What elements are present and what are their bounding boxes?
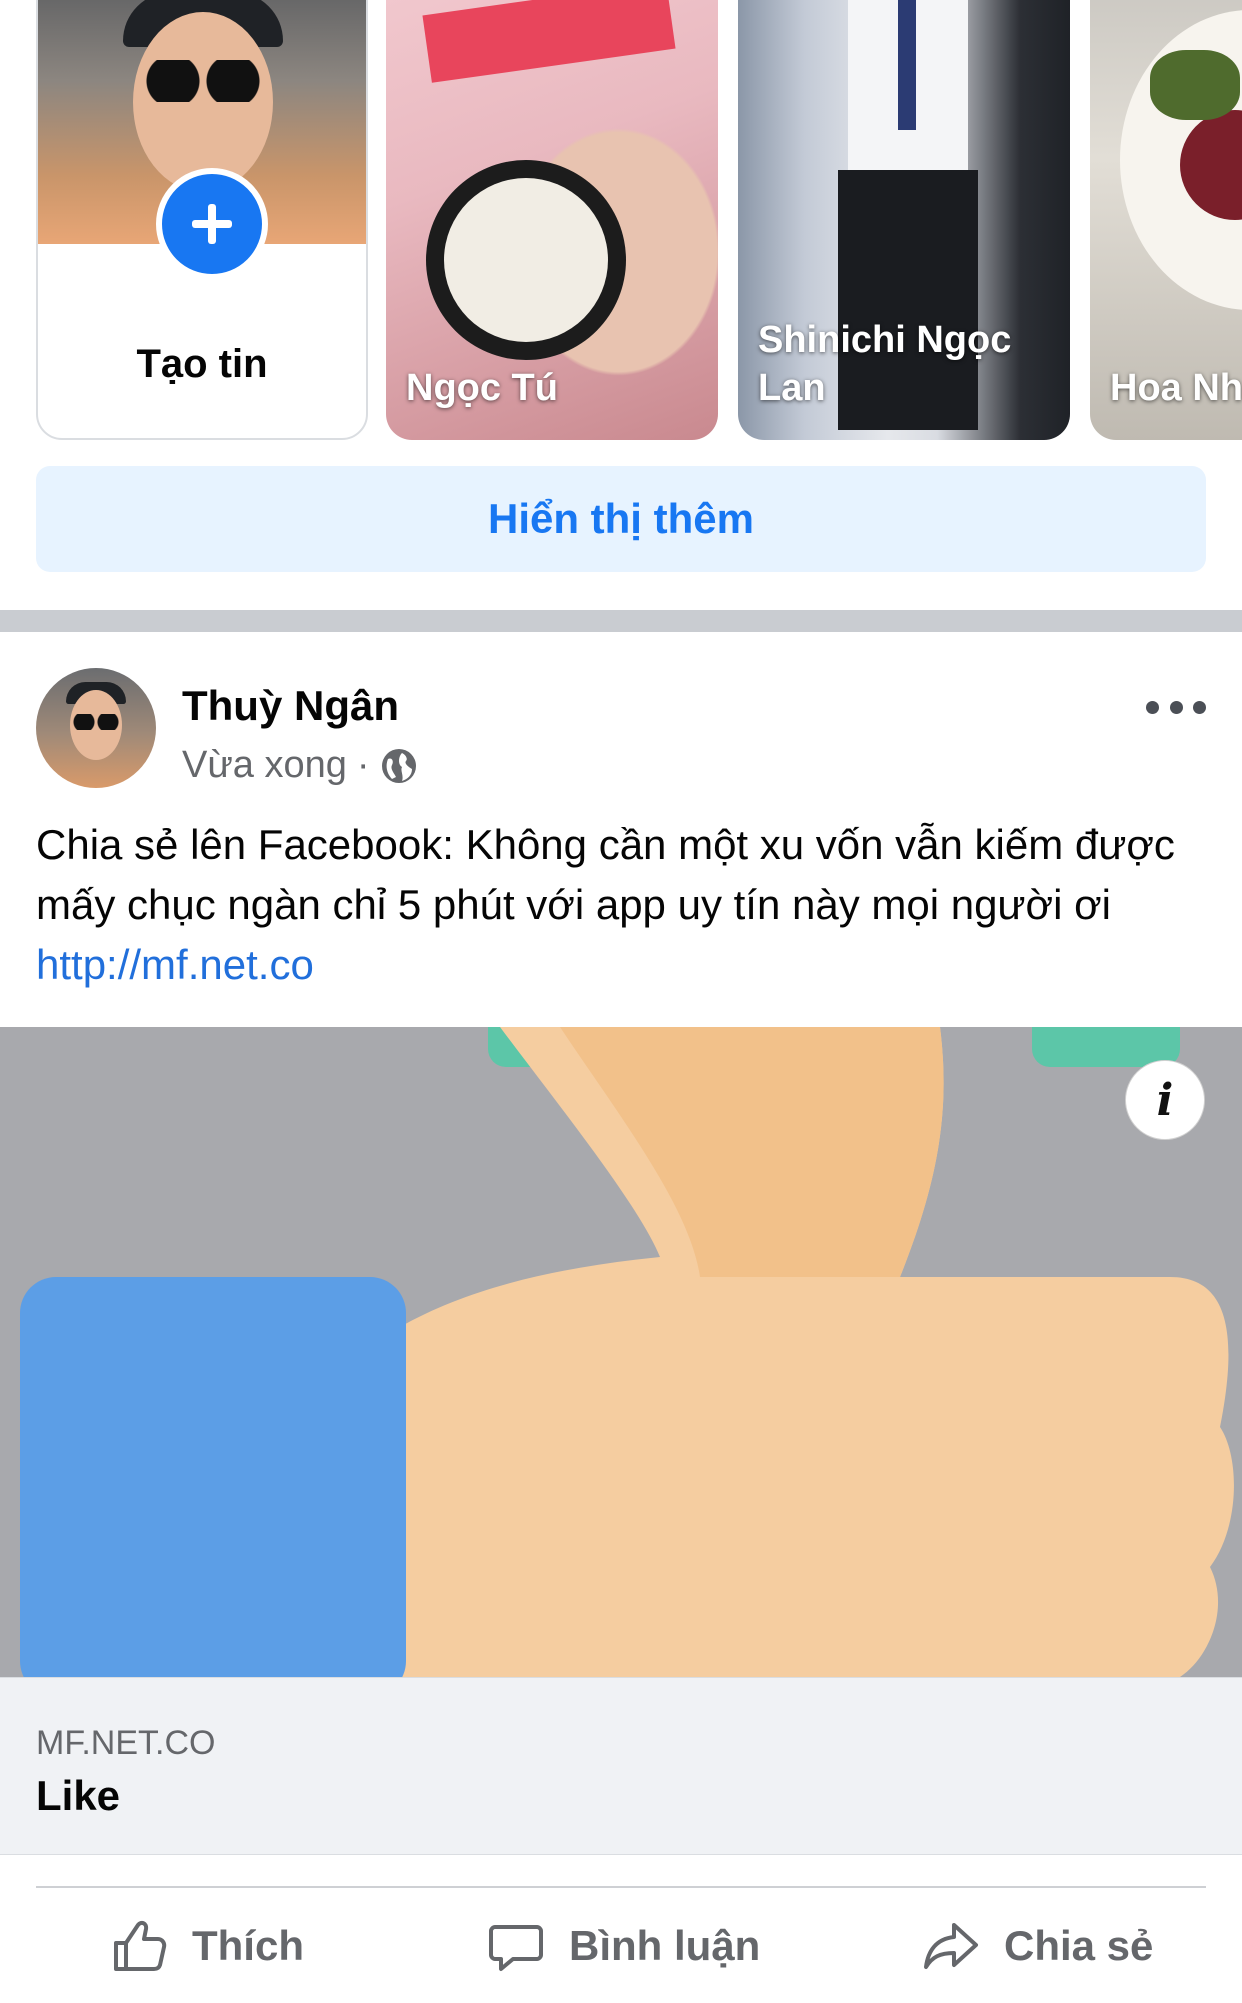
like-label: Thích	[192, 1922, 304, 1969]
story-card-ngoc-tu[interactable]: Ngọc Tú	[386, 0, 718, 440]
like-button[interactable]: Thích	[110, 1914, 304, 1978]
stories-row: Tạo tin Ngọc Tú Shinichi Ngọc Lan Hoa Nh	[0, 0, 1242, 450]
story-author-name: Shinichi Ngọc Lan	[758, 319, 1012, 409]
post-meta: Vừa xong ·	[182, 744, 418, 787]
create-story-label: Tạo tin	[136, 342, 268, 386]
post-text: Chia sẻ lên Facebook: Không cần một xu v…	[36, 815, 1206, 995]
meta-separator: ·	[356, 744, 370, 786]
comment-label: Bình luận	[569, 1922, 761, 1969]
comment-icon	[489, 1925, 543, 1971]
share-icon	[924, 1923, 978, 1969]
create-story-card[interactable]: Tạo tin	[36, 0, 368, 440]
link-title: Like	[36, 1772, 121, 1819]
avatar[interactable]	[36, 668, 156, 788]
story-card-shinichi-ngoc-lan[interactable]: Shinichi Ngọc Lan	[738, 0, 1070, 440]
story-author-name: Hoa Nh	[1110, 367, 1242, 409]
post-options-icon[interactable]	[1146, 692, 1206, 722]
post-body: Chia sẻ lên Facebook: Không cần một xu v…	[36, 821, 1175, 928]
link-preview-card[interactable]: MF.NET.CO Like	[0, 1677, 1242, 1855]
show-more-stories-button[interactable]: Hiển thị thêm	[36, 466, 1206, 572]
globe-icon[interactable]	[380, 747, 418, 785]
story-card-hoa-nh[interactable]: Hoa Nh	[1090, 0, 1242, 440]
link-domain: MF.NET.CO	[36, 1724, 216, 1762]
post-timestamp[interactable]: Vừa xong	[182, 744, 347, 787]
food-greens	[1150, 50, 1240, 120]
info-button[interactable]: i	[1125, 1060, 1205, 1140]
product-label	[444, 178, 608, 342]
thumbs-up-illustration	[0, 1027, 1242, 1677]
add-story-button[interactable]	[156, 168, 268, 280]
post-action-bar: Thích Bình luận Chia sẻ	[0, 1888, 1242, 2003]
post-link[interactable]: http://mf.net.co	[36, 941, 314, 988]
feed-separator	[0, 610, 1242, 632]
comment-button[interactable]: Bình luận	[487, 1914, 760, 1978]
post-author-name[interactable]: Thuỳ Ngân	[182, 682, 399, 730]
tie	[898, 0, 916, 130]
share-button[interactable]: Chia sẻ	[922, 1914, 1153, 1978]
link-preview-image[interactable]	[0, 1027, 1242, 1677]
story-author-name: Ngọc Tú	[406, 367, 558, 409]
post-header: Thuỳ Ngân Vừa xong ·	[0, 632, 1242, 792]
thumbs-up-icon	[114, 1920, 167, 1971]
plus-icon	[192, 204, 232, 244]
share-label: Chia sẻ	[1004, 1922, 1154, 1969]
